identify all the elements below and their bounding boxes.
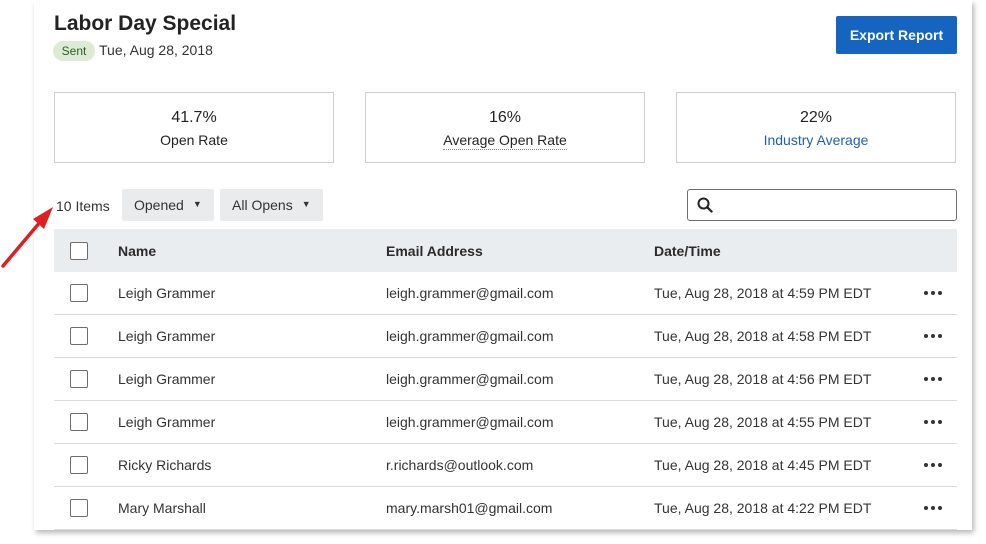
export-report-button[interactable]: Export Report [836,16,957,54]
more-horizontal-icon[interactable] [924,377,942,381]
filter-label: Opened [134,197,184,213]
page-title: Labor Day Special [54,12,237,35]
more-horizontal-icon[interactable] [924,291,942,295]
row-datetime: Tue, Aug 28, 2018 at 4:58 PM EDT [654,328,872,344]
table-header: Name Email Address Date/Time [54,229,957,272]
opened-filter-dropdown[interactable]: Opened ▼ [122,189,214,221]
select-all-checkbox[interactable] [70,241,88,260]
row-datetime: Tue, Aug 28, 2018 at 4:56 PM EDT [654,371,872,387]
row-checkbox[interactable] [70,327,88,345]
row-checkbox[interactable] [70,370,88,388]
row-datetime: Tue, Aug 28, 2018 at 4:55 PM EDT [654,414,872,430]
row-email: leigh.grammer@gmail.com [386,371,554,387]
row-checkbox[interactable] [70,456,88,474]
sent-date: Tue, Aug 28, 2018 [99,42,213,58]
row-datetime: Tue, Aug 28, 2018 at 4:59 PM EDT [654,285,872,301]
column-header-datetime[interactable]: Date/Time [654,229,721,272]
row-datetime: Tue, Aug 28, 2018 at 4:22 PM EDT [654,500,872,516]
row-email: leigh.grammer@gmail.com [386,285,554,301]
table-row: Leigh Grammer leigh.grammer@gmail.com Tu… [54,358,957,401]
stat-label-tooltip[interactable]: Average Open Rate [443,132,567,150]
search-input[interactable] [720,193,952,219]
row-name: Leigh Grammer [118,414,216,430]
row-checkbox[interactable] [70,284,88,302]
filter-label: All Opens [232,197,293,213]
stat-value: 16% [488,109,522,126]
more-horizontal-icon[interactable] [924,463,942,467]
row-email: r.richards@outlook.com [386,457,534,473]
table-row: Ricky Richards r.richards@outlook.com Tu… [54,444,957,487]
table-row: Leigh Grammer leigh.grammer@gmail.com Tu… [54,272,957,315]
row-checkbox[interactable] [70,499,88,517]
stat-value: 41.7% [171,109,217,126]
row-name: Mary Marshall [118,500,206,516]
more-horizontal-icon[interactable] [924,506,942,510]
stat-label: Open Rate [160,132,228,148]
row-name: Leigh Grammer [118,371,216,387]
all-opens-filter-dropdown[interactable]: All Opens ▼ [220,189,323,221]
column-header-name[interactable]: Name [118,229,156,272]
search-box[interactable] [687,189,957,221]
row-email: leigh.grammer@gmail.com [386,328,554,344]
row-email: leigh.grammer@gmail.com [386,414,554,430]
items-count: 10 Items [56,198,110,214]
stat-card-average-open-rate: 16% Average Open Rate [365,92,645,163]
more-horizontal-icon[interactable] [924,420,942,424]
stat-card-industry-average: 22% Industry Average [676,92,956,163]
opens-table: Name Email Address Date/Time Leigh Gramm… [54,229,957,530]
row-datetime: Tue, Aug 28, 2018 at 4:45 PM EDT [654,457,872,473]
industry-average-link[interactable]: Industry Average [764,132,869,148]
row-name: Leigh Grammer [118,328,216,344]
stat-value: 22% [799,109,833,126]
stat-card-open-rate: 41.7% Open Rate [54,92,334,163]
more-horizontal-icon[interactable] [924,334,942,338]
row-email: mary.marsh01@gmail.com [386,500,553,516]
row-name: Ricky Richards [118,457,212,473]
arrow-annotation-icon [1,207,53,268]
chevron-down-icon: ▼ [192,199,202,209]
table-row: Leigh Grammer leigh.grammer@gmail.com Tu… [54,401,957,444]
row-name: Leigh Grammer [118,285,216,301]
status-badge: Sent [53,41,95,61]
chevron-down-icon: ▼ [301,199,311,209]
table-row: Leigh Grammer leigh.grammer@gmail.com Tu… [54,315,957,358]
search-icon [697,197,713,213]
column-header-email[interactable]: Email Address [386,229,483,272]
row-checkbox[interactable] [70,413,88,431]
table-row: Mary Marshall mary.marsh01@gmail.com Tue… [54,487,957,530]
